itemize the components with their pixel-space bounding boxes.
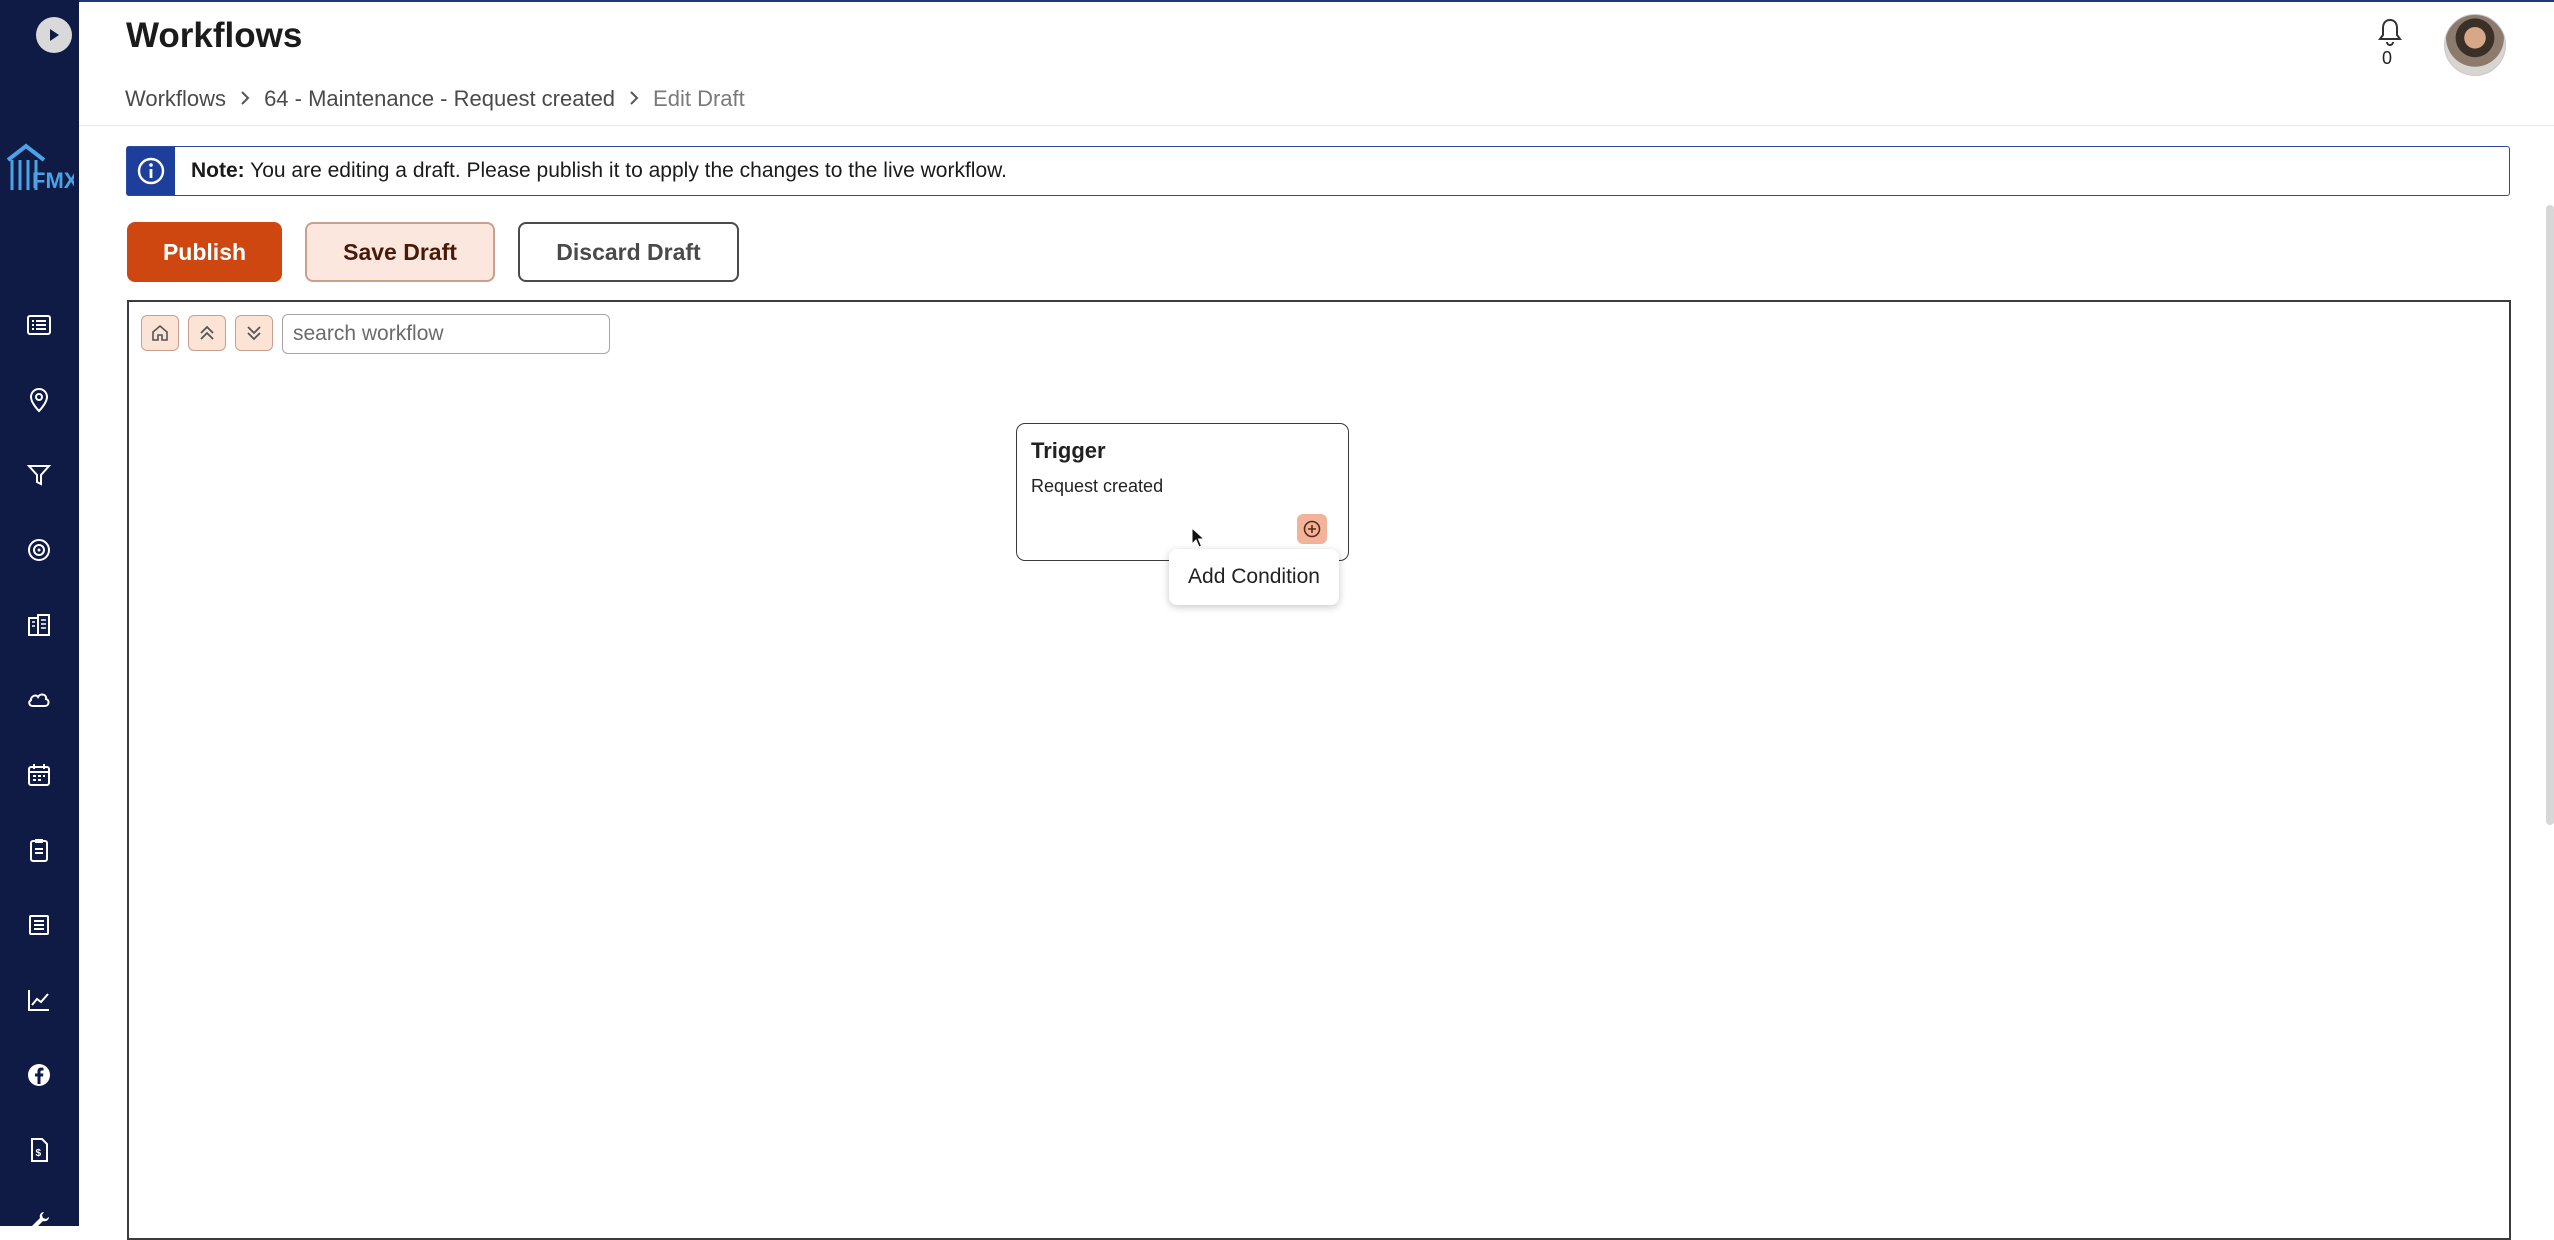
breadcrumb-current: Edit Draft (653, 86, 745, 111)
avatar[interactable] (2444, 14, 2506, 76)
search-workflow-input[interactable] (282, 314, 610, 354)
collapse-all-button[interactable] (188, 315, 226, 351)
expand-all-button[interactable] (235, 315, 273, 351)
sidebar-item-cloud[interactable] (22, 683, 56, 717)
expand-all-icon (247, 326, 261, 341)
sidebar-item-tools[interactable] (22, 1205, 56, 1239)
note-prefix: Note: (191, 159, 245, 182)
sidebar-item-calendar[interactable] (22, 758, 56, 792)
sidebar-item-list[interactable] (22, 308, 56, 342)
chevron-right-icon (240, 86, 250, 112)
sidebar-item-table[interactable] (22, 908, 56, 942)
fmx-logo[interactable]: FMX (4, 140, 79, 200)
sidebar-item-facebook[interactable] (22, 1058, 56, 1092)
sidebar-item-buildings[interactable] (22, 608, 56, 642)
breadcrumb: Workflows 64 - Maintenance - Request cre… (125, 86, 745, 112)
svg-text:$: $ (36, 1148, 42, 1159)
invoice-icon: $ (31, 1138, 48, 1162)
header-divider (79, 125, 2554, 126)
info-icon (127, 147, 175, 195)
sidebar-toggle-button[interactable] (36, 17, 72, 53)
wrench-icon (30, 1212, 49, 1231)
collapse-all-icon (200, 325, 214, 340)
sidebar-item-target[interactable] (22, 533, 56, 567)
chevron-right-icon (629, 86, 639, 112)
breadcrumb-workflows-link[interactable]: Workflows (125, 86, 226, 112)
node-subtitle: Request created (1031, 476, 1164, 496)
list-icon (27, 315, 51, 335)
home-button[interactable] (141, 315, 179, 351)
sidebar-item-filter[interactable] (22, 458, 56, 492)
home-icon (152, 324, 168, 341)
note-text: Note: You are editing a draft. Please pu… (191, 159, 1007, 183)
plus-circle-icon (1303, 520, 1321, 538)
breadcrumb-workflow-link[interactable]: 64 - Maintenance - Request created (264, 86, 615, 112)
svg-text:FMX: FMX (32, 168, 74, 193)
calendar-icon (28, 764, 50, 786)
sidebar: FMX $ (0, 0, 79, 1231)
sidebar-item-reports[interactable] (22, 983, 56, 1017)
publish-button[interactable]: Publish (127, 222, 282, 282)
play-circle-icon (50, 29, 59, 41)
sidebar-item-invoices[interactable]: $ (22, 1133, 56, 1167)
filter-icon (26, 465, 52, 486)
save-draft-button[interactable]: Save Draft (305, 222, 495, 282)
page-scrollbar[interactable] (2546, 205, 2554, 825)
trigger-node[interactable]: Trigger Request created (1016, 423, 1349, 561)
buildings-icon (28, 614, 50, 636)
mouse-cursor-icon (1191, 527, 1205, 548)
chart-line-icon (28, 990, 49, 1011)
bell-icon (2378, 18, 2402, 47)
workflow-canvas[interactable]: Trigger Request created (127, 300, 2511, 1240)
clipboard-icon (30, 839, 48, 862)
discard-draft-button[interactable]: Discard Draft (518, 222, 739, 282)
add-condition-button[interactable] (1297, 514, 1327, 544)
add-condition-tooltip: Add Condition (1169, 549, 1339, 605)
notification-count: 0 (2382, 48, 2393, 68)
top-border (0, 0, 2554, 2)
table-icon (29, 915, 49, 935)
draft-note-banner: Note: You are editing a draft. Please pu… (126, 146, 2510, 196)
note-message: You are editing a draft. Please publish … (244, 159, 1007, 182)
target-icon (28, 539, 50, 561)
page-title: Workflows (126, 16, 303, 55)
facebook-icon (28, 1064, 50, 1086)
node-title: Trigger (1031, 438, 1106, 463)
sidebar-item-clipboard[interactable] (22, 833, 56, 867)
cloud-icon (28, 693, 50, 707)
notifications-button[interactable] (2374, 16, 2406, 48)
location-pin-icon (29, 387, 49, 413)
sidebar-item-locations[interactable] (22, 383, 56, 417)
